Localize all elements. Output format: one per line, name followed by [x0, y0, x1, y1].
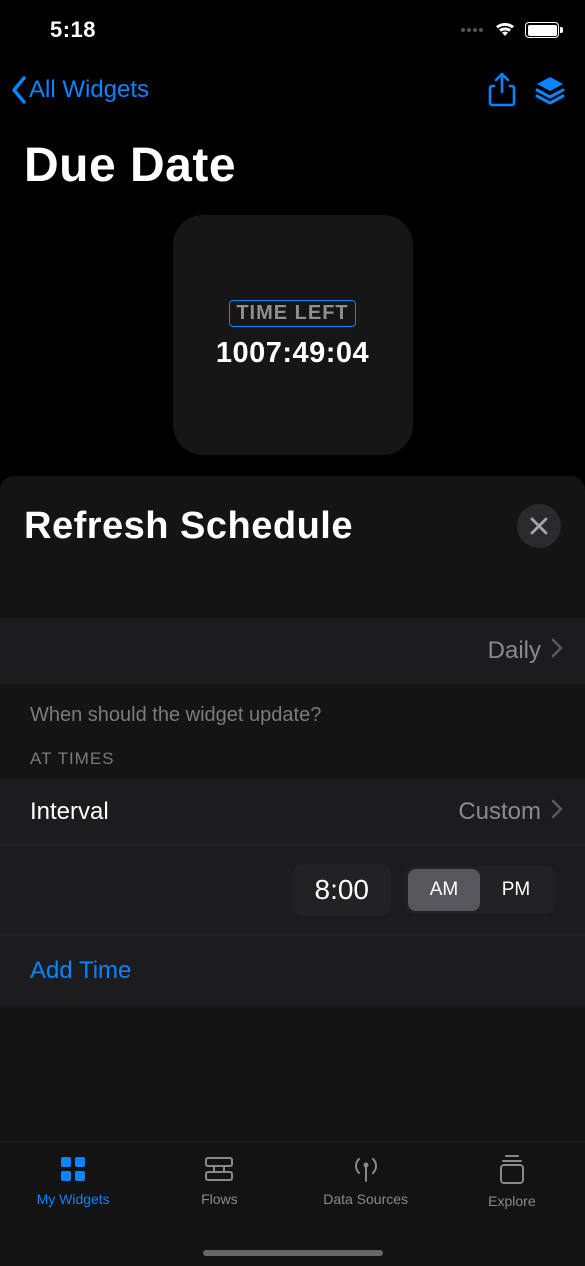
tab-label: Flows [201, 1191, 238, 1207]
grid-icon [57, 1153, 89, 1185]
tab-label: Data Sources [323, 1191, 408, 1207]
widget-preview-container: TIME LEFT 1007:49:04 [0, 209, 585, 479]
sheet-title: Refresh Schedule [24, 505, 353, 548]
status-time: 5:18 [50, 17, 96, 43]
layers-icon [533, 73, 567, 107]
wifi-icon [493, 19, 517, 42]
add-time-button[interactable]: Add Time [30, 957, 555, 985]
time-left-badge: TIME LEFT [229, 300, 355, 327]
am-segment[interactable]: AM [408, 869, 480, 911]
share-button[interactable] [487, 72, 517, 108]
layers-button[interactable] [533, 73, 567, 107]
time-input[interactable]: 8:00 [293, 864, 392, 916]
widget-preview[interactable]: TIME LEFT 1007:49:04 [173, 215, 413, 455]
tab-my-widgets[interactable]: My Widgets [0, 1153, 146, 1266]
tab-label: Explore [488, 1193, 535, 1209]
frequency-row[interactable]: Daily [0, 618, 585, 684]
stack-icon [497, 1153, 527, 1187]
time-entry-row: 8:00 AM PM [0, 845, 585, 934]
battery-icon [525, 22, 559, 38]
status-bar: 5:18 [0, 0, 585, 60]
nav-bar: All Widgets [0, 60, 585, 120]
update-caption: When should the widget update? [0, 684, 585, 735]
chevron-right-icon [551, 798, 563, 826]
countdown-value: 1007:49:04 [216, 337, 369, 370]
flows-icon [202, 1153, 236, 1185]
chevron-left-icon [10, 75, 28, 105]
share-icon [487, 72, 517, 108]
at-times-header: AT TIMES [0, 735, 585, 779]
pm-segment[interactable]: PM [480, 869, 552, 911]
tab-explore[interactable]: Explore [439, 1153, 585, 1266]
tab-bar: My Widgets Flows Data Sources Explore [0, 1142, 585, 1266]
interval-label: Interval [30, 798, 109, 826]
cellular-dots-icon [461, 28, 483, 32]
home-indicator[interactable] [203, 1250, 383, 1256]
frequency-value: Daily [488, 637, 541, 665]
interval-row[interactable]: Interval Custom [0, 779, 585, 845]
back-button[interactable]: All Widgets [10, 75, 149, 105]
page-title: Due Date [0, 120, 585, 209]
antenna-icon [349, 1153, 383, 1185]
close-icon [528, 515, 550, 537]
tab-label: My Widgets [37, 1191, 110, 1207]
interval-value: Custom [458, 798, 541, 826]
chevron-right-icon [551, 637, 563, 665]
am-pm-segmented[interactable]: AM PM [405, 866, 555, 914]
status-indicators [461, 19, 559, 42]
back-label: All Widgets [29, 76, 149, 104]
close-button[interactable] [517, 504, 561, 548]
